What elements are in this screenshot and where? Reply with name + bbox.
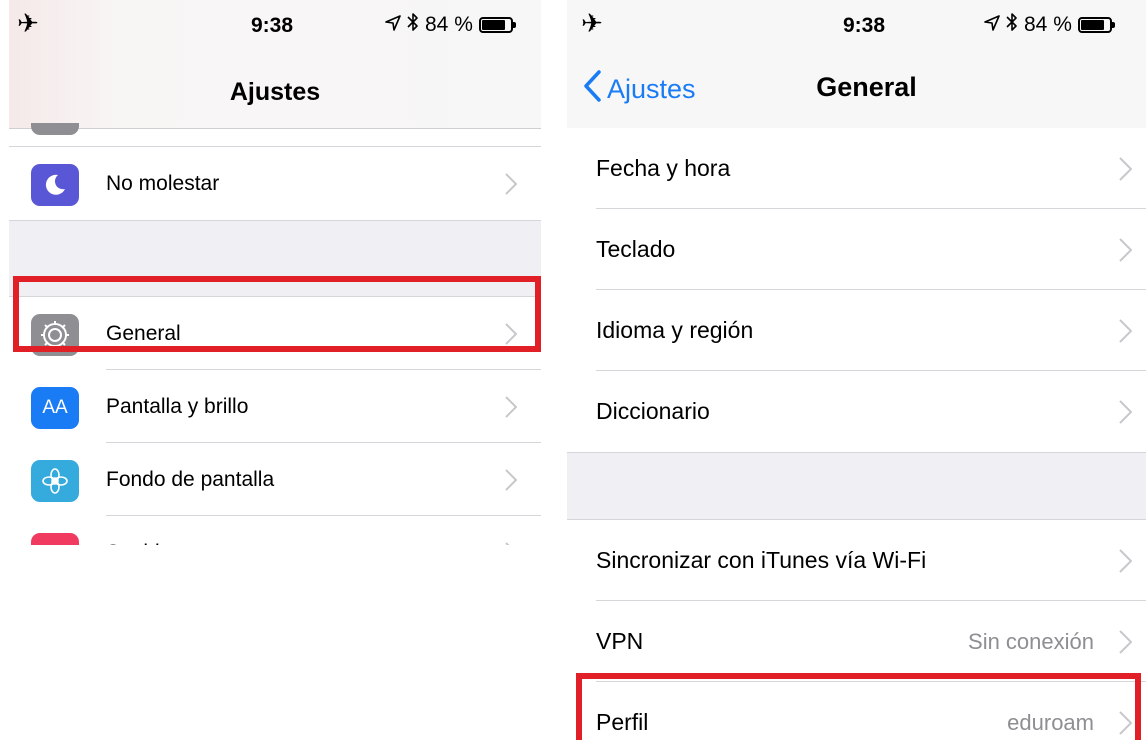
section-separator: [9, 220, 541, 297]
general-item-teclado[interactable]: Teclado: [567, 209, 1146, 290]
page-title: Ajustes: [229, 78, 321, 106]
chevron-right-icon: [1119, 290, 1132, 371]
chevron-right-icon: [1119, 682, 1132, 740]
chevron-right-icon: [505, 147, 517, 220]
chevron-right-icon: [505, 297, 517, 370]
general-item-label: Perfil: [596, 709, 649, 735]
settings-item-pantalla-y-brillo[interactable]: AA Pantalla y brillo: [9, 370, 541, 443]
speaker-icon: [31, 533, 79, 545]
gear-icon: [31, 314, 79, 356]
page-title: General: [816, 72, 917, 102]
battery-percent: 84 %: [425, 13, 473, 36]
general-item-diccionario[interactable]: Diccionario: [567, 371, 1146, 452]
nav-bar: ✈ 9:38 84 % Ajustes: [9, 0, 541, 129]
general-item-label: Teclado: [596, 236, 676, 262]
settings-item-label: General: [106, 321, 181, 345]
general-item-label: Fecha y hora: [596, 155, 731, 181]
battery-icon: [478, 17, 516, 33]
general-item-idioma-y-region[interactable]: Idioma y región: [567, 290, 1146, 371]
general-item-label: Idioma y región: [596, 317, 754, 343]
battery-icon: [1077, 17, 1115, 33]
general-item-sincronizar-itunes[interactable]: Sincronizar con iTunes vía Wi-Fi: [567, 520, 1146, 601]
nav-bar: ✈ 9:38 84 % Ajustes General: [567, 0, 1146, 129]
chevron-right-icon: [1119, 601, 1132, 682]
location-icon: [984, 13, 1000, 37]
airplane-icon: ✈: [581, 8, 603, 38]
general-item-fecha-y-hora[interactable]: Fecha y hora: [567, 128, 1146, 209]
chevron-right-icon: [1119, 128, 1132, 209]
status-bar: ✈ 9:38 84 %: [567, 0, 1146, 48]
chevron-right-icon: [505, 443, 517, 516]
battery-percent: 84 %: [1024, 13, 1072, 36]
chevron-right-icon: [1119, 371, 1132, 452]
general-list: Fecha y hora Teclado Idioma y región Dic…: [567, 128, 1146, 740]
chevron-right-icon: [1119, 209, 1132, 290]
settings-list: No molestar General AA Pantalla y brillo…: [9, 123, 541, 545]
chevron-right-icon: [1119, 520, 1132, 601]
settings-item-sonidos[interactable]: Sonidos: [9, 516, 541, 545]
general-item-label: VPN: [596, 628, 644, 654]
settings-item-no-molestar[interactable]: No molestar: [9, 147, 541, 220]
vpn-status: Sin conexión: [968, 628, 1094, 654]
status-time: 9:38: [842, 14, 886, 37]
general-item-perfil[interactable]: Perfil eduroam: [567, 682, 1146, 740]
general-screen: ✈ 9:38 84 % Ajustes General Fecha y hora…: [567, 0, 1146, 740]
settings-item-general[interactable]: General: [9, 297, 541, 370]
chevron-right-icon: [505, 370, 517, 443]
status-time: 9:38: [250, 14, 294, 37]
general-item-vpn[interactable]: VPN Sin conexión: [567, 601, 1146, 682]
bluetooth-icon: [1006, 12, 1018, 38]
settings-item-label: Pantalla y brillo: [106, 394, 249, 418]
settings-item-label: Sonidos: [106, 516, 182, 546]
text-size-icon: AA: [31, 387, 79, 429]
section-separator: [567, 452, 1146, 520]
profile-name: eduroam: [1007, 709, 1094, 735]
moon-icon: [31, 164, 79, 206]
settings-screen: ✈ 9:38 84 % Ajustes No molestar General …: [9, 0, 541, 545]
chevron-right-icon: [505, 516, 517, 545]
settings-item-label: Fondo de pantalla: [106, 467, 275, 491]
settings-item-fondo-de-pantalla[interactable]: Fondo de pantalla: [9, 443, 541, 516]
status-bar: ✈ 9:38 84 %: [9, 0, 541, 48]
location-icon: [385, 13, 401, 37]
general-item-label: Sincronizar con iTunes vía Wi-Fi: [596, 547, 927, 573]
list-item[interactable]: [9, 123, 541, 147]
bluetooth-icon: [407, 12, 419, 38]
airplane-icon: ✈: [17, 8, 39, 38]
general-item-label: Diccionario: [596, 398, 710, 424]
flower-icon: [31, 460, 79, 502]
settings-item-label: No molestar: [106, 171, 220, 195]
